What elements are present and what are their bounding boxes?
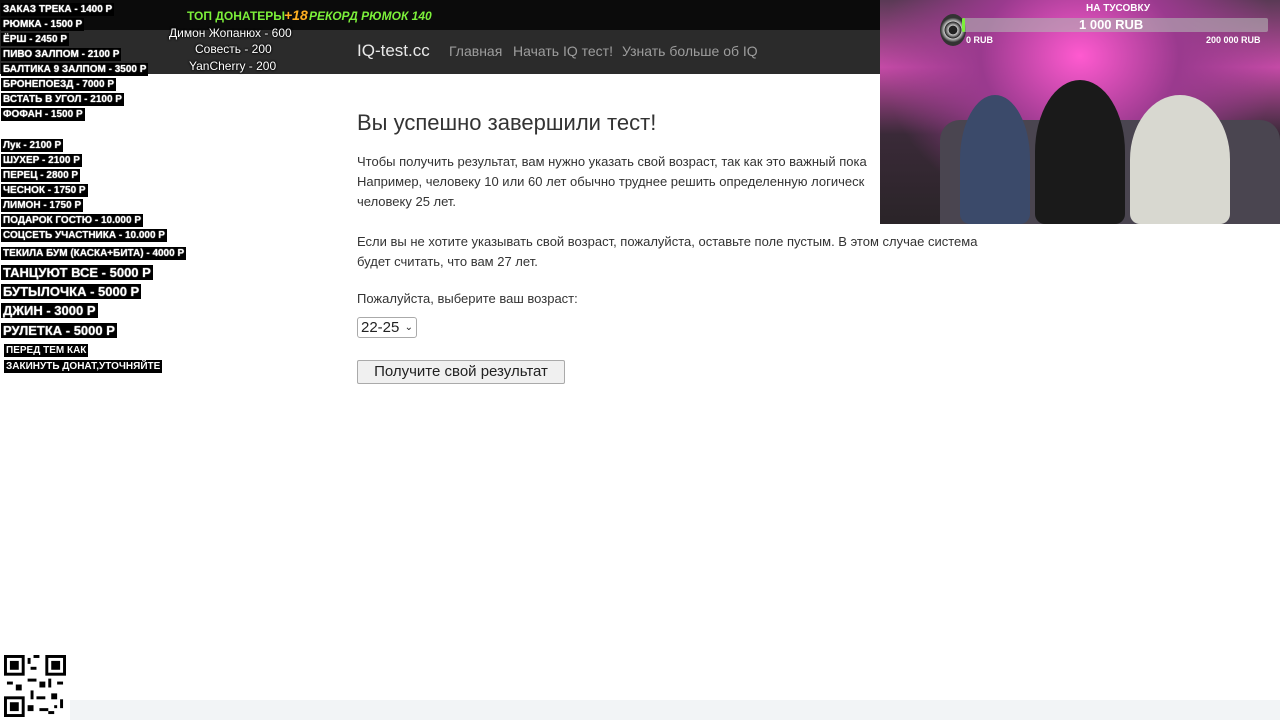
site-brand-link[interactable]: IQ-test.cc: [357, 41, 430, 61]
overlay-top-strip: [0, 0, 880, 30]
price-item: РУЛЕТКА - 5000 Р: [1, 323, 117, 338]
price-item: ТЕКИЛА БУМ (КАСКА+БИТА) - 4000 Р: [1, 247, 187, 260]
price-item: Лук - 2100 Р: [1, 139, 64, 152]
donation-note-line: ПЕРЕД ТЕМ КАК: [4, 344, 89, 357]
page-footer-strip: [70, 700, 1280, 720]
info-line: будет считать, что вам 27 лет.: [357, 254, 538, 269]
record-label: РЕКОРД РЮМОК 140: [309, 9, 432, 23]
chevron-down-icon: ⌄: [404, 322, 413, 333]
donor-entry: YanCherry - 200: [189, 59, 277, 73]
price-item: ДЖИН - 3000 Р: [1, 303, 98, 318]
get-result-button[interactable]: Получите свой результат: [357, 360, 565, 384]
donor-entry: Совесть - 200: [195, 42, 272, 56]
nav-link-home[interactable]: Главная: [449, 43, 502, 59]
qr-code-icon: [4, 655, 66, 717]
page-title: Вы успешно завершили тест!: [357, 110, 657, 135]
webcam-person: [1130, 95, 1230, 224]
nav-link-about-iq[interactable]: Узнать больше об IQ: [622, 43, 758, 59]
goal-min-label: 0 RUB: [966, 35, 994, 45]
goal-title: НА ТУСОВКУ: [1086, 3, 1151, 14]
price-item: БУТЫЛОЧКА - 5000 Р: [1, 284, 142, 299]
info-line: Если вы не хотите указывать свой возраст…: [357, 234, 978, 249]
top-donors-title: ТОП ДОНАТЕРЫ: [187, 9, 286, 23]
price-item: ПЕРЕЦ - 2800 Р: [1, 169, 81, 182]
webcam-person: [960, 95, 1030, 224]
info-paragraph-2: Если вы не хотите указывать свой возраст…: [357, 232, 1007, 272]
donor-entry: Димон Жопанюх - 600: [169, 26, 292, 40]
price-item: ПОДАРОК ГОСТЮ - 10.000 Р: [1, 214, 144, 227]
goal-progress-fill: [962, 18, 966, 32]
age-label: Пожалуйста, выберите ваш возраст:: [357, 291, 578, 306]
price-item: БРОНЕПОЕЗД - 7000 Р: [1, 78, 117, 91]
price-item: РЮМКА - 1500 Р: [1, 18, 85, 31]
price-item: СОЦСЕТЬ УЧАСТНИКА - 10.000 Р: [1, 229, 167, 242]
goal-current-amount: 1 000 RUB: [1079, 17, 1144, 32]
nav-link-start-test[interactable]: Начать IQ тест!: [513, 43, 613, 59]
price-item: БАЛТИКА 9 ЗАЛПОМ - 3500 Р: [1, 63, 149, 76]
webcam-person: [1035, 80, 1125, 224]
goal-max-label: 200 000 RUB: [1206, 35, 1261, 45]
price-item: ФОФАН - 1500 Р: [1, 108, 85, 121]
price-item: ВСТАТЬ В УГОЛ - 2100 Р: [1, 93, 124, 106]
age-select[interactable]: 22-25 ⌄: [357, 317, 417, 338]
age-rating-badge: +18: [284, 7, 308, 23]
price-item: ЗАКАЗ ТРЕКА - 1400 Р: [1, 3, 115, 16]
price-item: ЧЕСНОК - 1750 Р: [1, 184, 88, 197]
price-item: ТАНЦУЮТ ВСЕ - 5000 Р: [1, 265, 153, 280]
price-item: ЁРШ - 2450 Р: [1, 33, 69, 46]
age-select-value: 22-25: [361, 319, 400, 336]
price-item: ПИВО ЗАЛПОМ - 2100 Р: [1, 48, 122, 61]
donation-note-line: ЗАКИНУТЬ ДОНАТ,УТОЧНЯЙТЕ: [4, 360, 163, 373]
price-item: ЛИМОН - 1750 Р: [1, 199, 84, 212]
price-item: ШУХЕР - 2100 Р: [1, 154, 82, 167]
